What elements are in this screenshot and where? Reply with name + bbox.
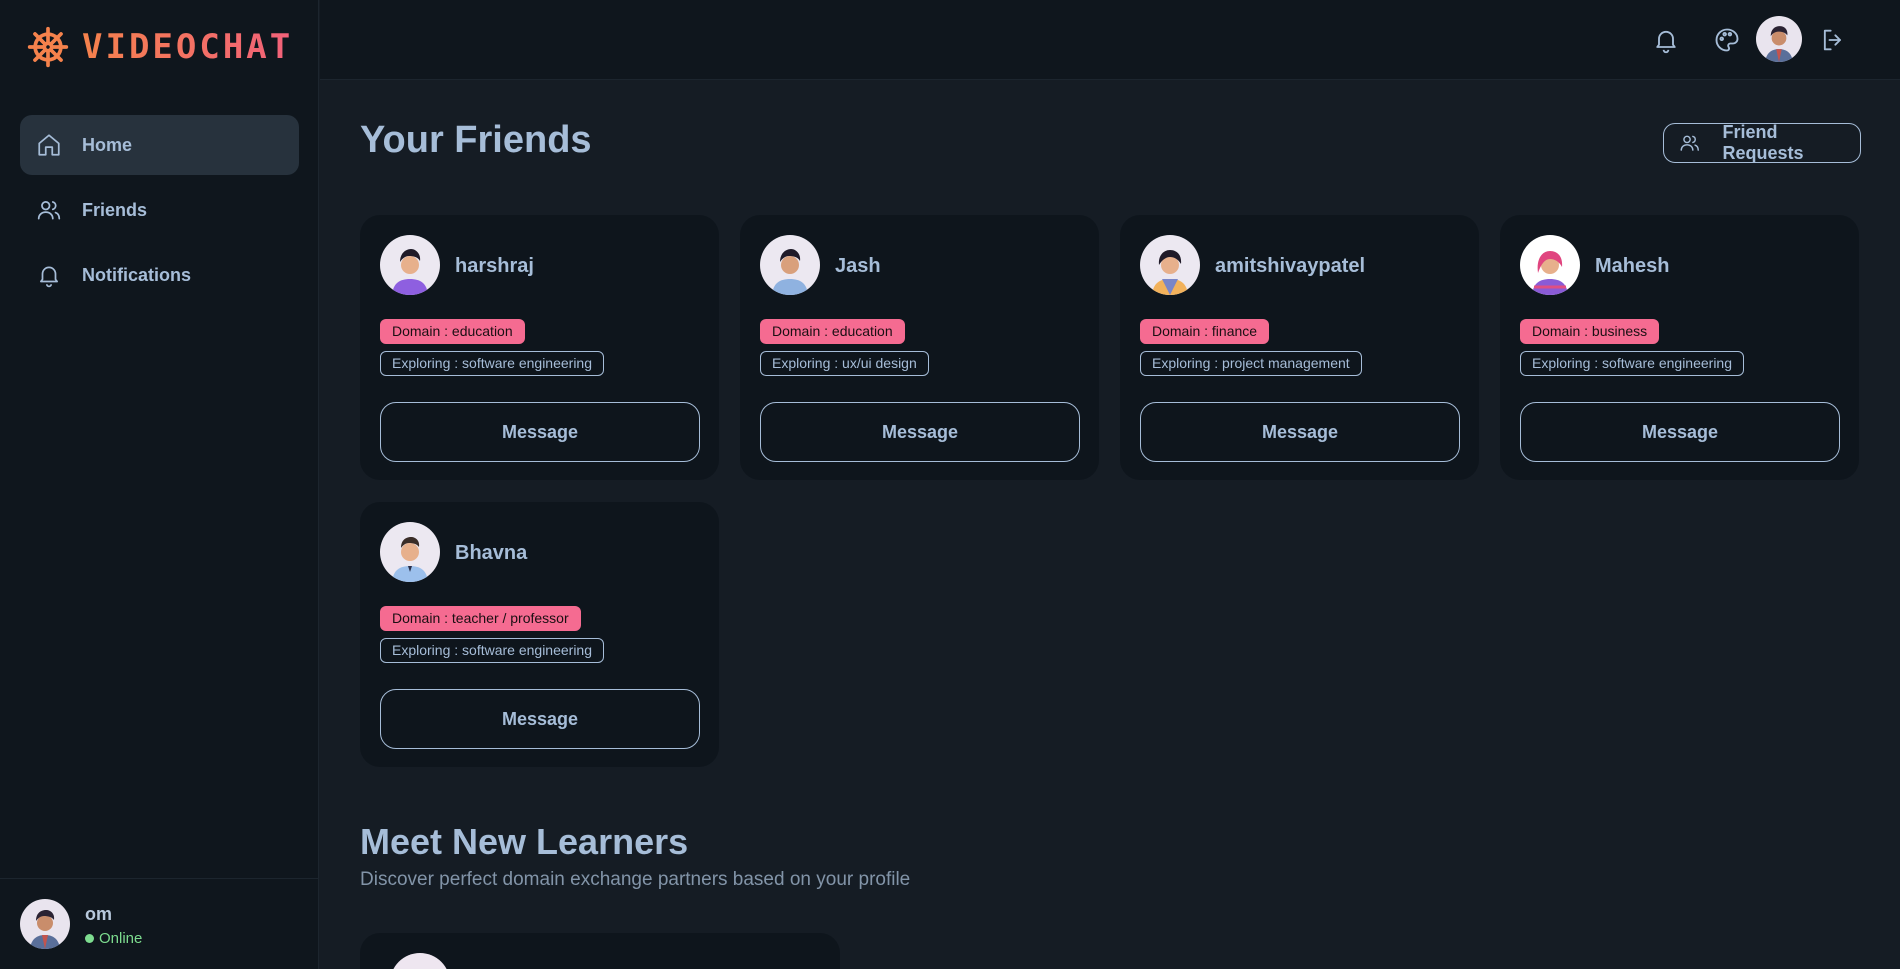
- avatar[interactable]: [1756, 16, 1802, 62]
- friend-card: Bhavna Domain : teacher / professor Expl…: [360, 502, 719, 767]
- main-content: Your Friends Friend Requests harshraj Do…: [320, 81, 1900, 969]
- top-header: [320, 0, 1900, 80]
- message-button[interactable]: Message: [380, 689, 700, 749]
- bell-icon: [1656, 30, 1676, 54]
- sidebar-item-home[interactable]: Home: [20, 115, 299, 175]
- friend-name: Mahesh: [1595, 255, 1670, 277]
- logo[interactable]: VIDEOCHAT: [26, 24, 293, 70]
- home-icon: [38, 134, 60, 156]
- learners-title: Meet New Learners: [360, 821, 689, 862]
- sidebar: VIDEOCHAT Home Friends Notifications om: [0, 0, 319, 969]
- exploring-badge: Exploring : software engineering: [380, 351, 605, 376]
- sidebar-item-friends[interactable]: Friends: [20, 180, 299, 240]
- message-button[interactable]: Message: [1140, 402, 1460, 462]
- current-user: om Online: [0, 878, 319, 969]
- exploring-badge: Exploring : software engineering: [380, 638, 605, 663]
- message-button[interactable]: Message: [380, 402, 700, 462]
- avatar: [380, 235, 440, 295]
- online-dot-icon: [85, 934, 94, 943]
- theme-button[interactable]: [1705, 18, 1749, 62]
- users-icon: [1680, 135, 1699, 151]
- friend-card: Mahesh Domain : business Exploring : sof…: [1500, 215, 1859, 480]
- avatar: [1140, 235, 1200, 295]
- user-name: om: [85, 904, 112, 924]
- sidebar-item-label: Notifications: [82, 264, 192, 285]
- avatar: [390, 953, 450, 969]
- status-label: Online: [99, 930, 143, 947]
- message-button[interactable]: Message: [760, 402, 1080, 462]
- exploring-badge: Exploring : project management: [1140, 351, 1362, 376]
- exploring-badge: Exploring : software engineering: [1520, 351, 1745, 376]
- domain-badge: Domain : finance: [1140, 319, 1270, 344]
- domain-badge: Domain : education: [380, 319, 525, 344]
- app: VIDEOCHAT Home Friends Notifications om: [0, 0, 1900, 969]
- domain-badge: Domain : business: [1520, 319, 1660, 344]
- sidebar-nav: Home Friends Notifications: [20, 115, 299, 310]
- learner-card: [360, 933, 840, 969]
- ship-wheel-icon: [27, 26, 69, 68]
- sidebar-item-label: Home: [82, 134, 133, 155]
- friend-card: harshraj Domain : education Exploring : …: [360, 215, 719, 480]
- app-title: VIDEOCHAT: [82, 27, 294, 67]
- sidebar-item-label: Friends: [82, 199, 148, 220]
- domain-badge: Domain : education: [760, 319, 905, 344]
- avatar: [760, 235, 820, 295]
- learners-subtitle: Discover perfect domain exchange partner…: [360, 869, 911, 890]
- avatar[interactable]: [20, 899, 70, 949]
- sidebar-item-notifications[interactable]: Notifications: [20, 245, 299, 305]
- friend-requests-button[interactable]: Friend Requests: [1663, 122, 1861, 163]
- users-icon: [37, 201, 61, 220]
- friend-name: harshraj: [455, 255, 534, 277]
- bell-icon: [40, 266, 58, 288]
- notifications-button[interactable]: [1644, 18, 1688, 62]
- friend-name: amitshivaypatel: [1215, 255, 1366, 277]
- logout-button[interactable]: [1811, 18, 1855, 62]
- user-status: Online: [85, 930, 142, 947]
- palette-icon: [1715, 28, 1739, 52]
- avatar: [1520, 235, 1580, 295]
- friend-requests-label: Friend Requests: [1722, 122, 1804, 163]
- friend-card: Jash Domain : education Exploring : ux/u…: [740, 215, 1099, 480]
- domain-badge: Domain : teacher / professor: [380, 606, 581, 631]
- friend-card: amitshivaypatel Domain : finance Explori…: [1120, 215, 1479, 480]
- friend-name: Bhavna: [455, 542, 528, 564]
- avatar: [380, 522, 440, 582]
- exploring-badge: Exploring : ux/ui design: [760, 351, 929, 376]
- page-title: Your Friends: [360, 119, 592, 161]
- logout-icon: [1823, 29, 1841, 51]
- message-button[interactable]: Message: [1520, 402, 1840, 462]
- friend-name: Jash: [835, 255, 881, 277]
